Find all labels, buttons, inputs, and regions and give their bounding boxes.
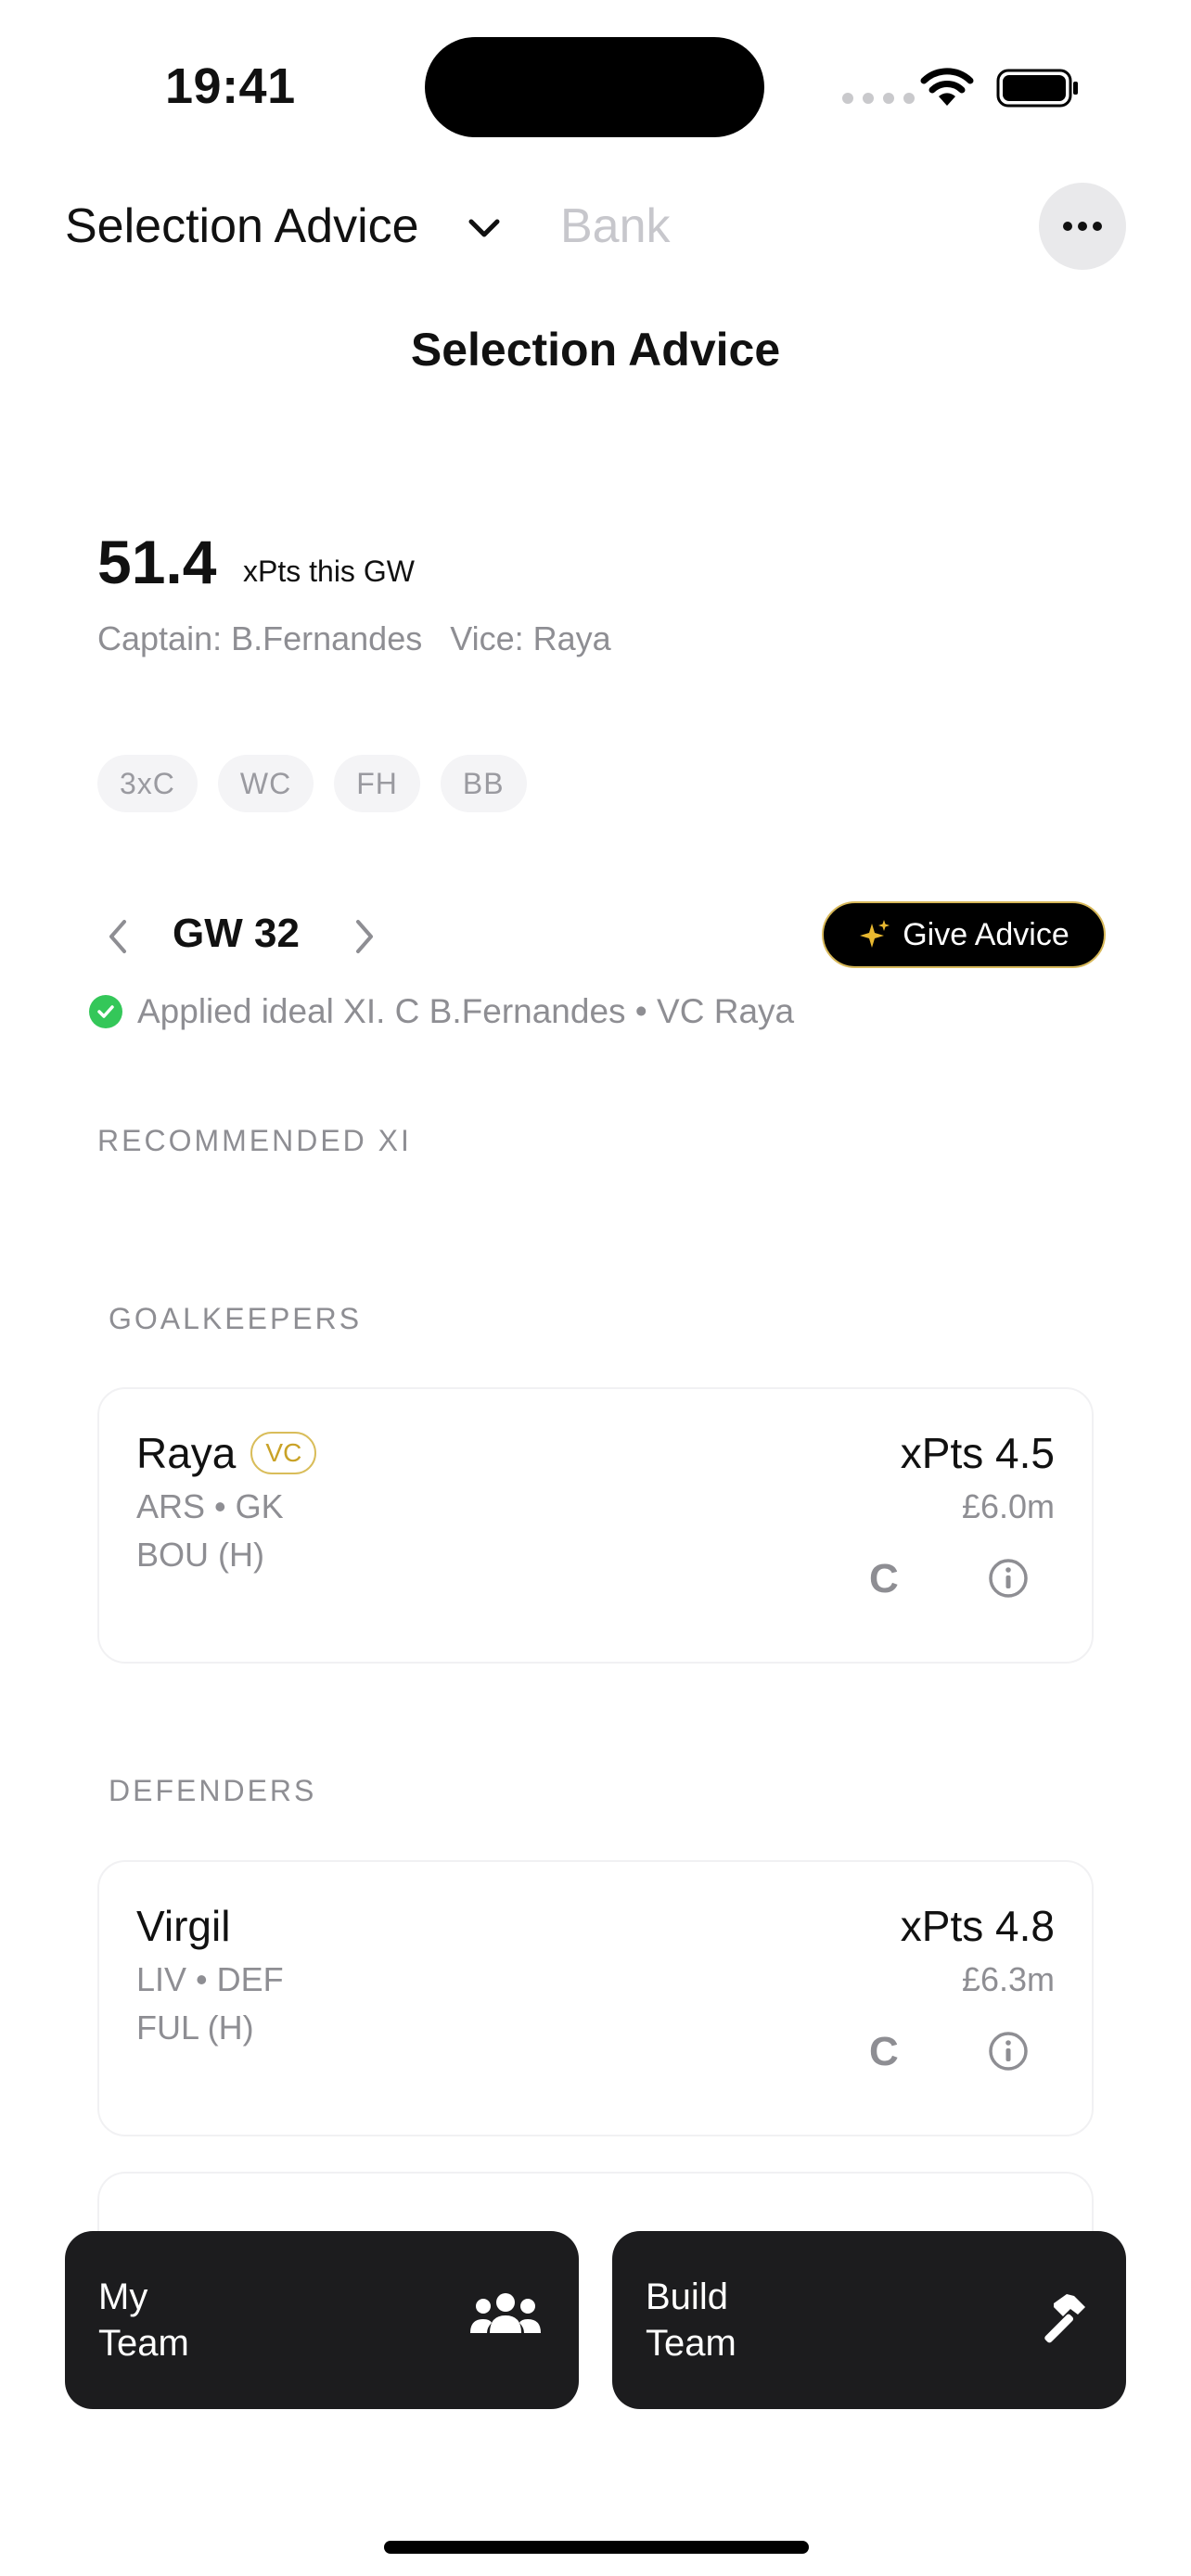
chevron-right-icon [356,920,373,953]
cellular-signal-icon [842,93,915,104]
build-team-label-line1: Build [646,2276,728,2317]
chip-bench-boost[interactable]: BB [440,755,527,812]
build-team-label: Build Team [646,2274,831,2366]
previous-gameweek-button[interactable] [102,918,135,960]
info-icon[interactable] [988,2031,1029,2076]
xpts-label: xPts this GW [243,555,415,588]
chip-free-hit[interactable]: FH [334,755,420,812]
give-advice-label: Give Advice [903,916,1069,952]
people-group-icon [469,2290,542,2343]
chip-triple-captain[interactable]: 3xC [97,755,198,812]
player-name-row: Virgil [136,1901,230,1951]
player-fixture: FUL (H) [136,2009,254,2047]
defenders-heading: DEFENDERS [109,1774,317,1807]
player-card-raya[interactable]: Raya VC ARS • GK BOU (H) xPts 4.5 £6.0m … [97,1387,1094,1664]
player-card-virgil[interactable]: Virgil LIV • DEF FUL (H) xPts 4.8 £6.3m … [97,1860,1094,2136]
player-name: Raya [136,1429,237,1477]
dynamic-island [425,37,764,137]
next-gameweek-button[interactable] [347,918,380,960]
gameweek-label: GW 32 [173,911,300,956]
player-name-row: Raya VC [136,1428,317,1478]
player-xpts: xPts 4.5 [900,1429,1055,1477]
recommended-xi-heading: RECOMMENDED XI [97,1124,412,1157]
player-team-position: LIV • DEF [136,1960,284,1998]
make-captain-button[interactable]: C [869,1556,899,1602]
vice-text: Vice: Raya [450,619,611,657]
battery-icon [996,69,1080,112]
captain-text: Captain: B.Fernandes [97,619,423,657]
chip-row: 3xC WC FH BB [97,755,527,812]
chip-wildcard[interactable]: WC [217,755,314,812]
player-team-position: ARS • GK [136,1487,284,1525]
player-xpts: xPts 4.8 [900,1902,1055,1950]
build-team-button[interactable]: Build Team [612,2231,1126,2409]
home-indicator [384,2541,809,2554]
make-captain-button[interactable]: C [869,2029,899,2075]
bank-tab[interactable]: Bank [560,198,671,254]
hammer-icon [1033,2290,1089,2351]
build-team-label-line2: Team [646,2323,736,2364]
chevron-left-icon [109,920,126,953]
page-title: Selection Advice [410,324,781,376]
vice-captain-badge: VC [250,1432,317,1474]
player-fixture: BOU (H) [136,1536,264,1574]
player-price: £6.3m [961,1960,1055,1998]
sparkles-icon [860,920,890,948]
player-price: £6.0m [961,1487,1055,1525]
info-icon[interactable] [988,1558,1029,1603]
wifi-icon [918,65,976,112]
my-team-button[interactable]: My Team [65,2231,579,2409]
applied-text: Applied ideal XI. C B.Fernandes • VC Ray… [137,992,795,1030]
more-options-button[interactable] [1039,183,1126,270]
xpts-total: 51.4 [97,528,217,596]
my-team-label-line2: Team [98,2323,189,2364]
captain-vice-line: Captain: B.Fernandes Vice: Raya [97,619,611,658]
applied-status: Applied ideal XI. C B.Fernandes • VC Ray… [89,992,794,1031]
my-team-label-line1: My [98,2276,148,2317]
view-selector-title[interactable]: Selection Advice [65,198,419,254]
give-advice-button[interactable]: Give Advice [822,901,1106,968]
ellipsis-icon [1063,222,1102,231]
goalkeepers-heading: GOALKEEPERS [109,1302,363,1335]
my-team-label: My Team [98,2274,284,2366]
status-time: 19:41 [165,58,296,114]
checkmark-circle-icon [89,995,122,1028]
player-name: Virgil [136,1902,231,1950]
chevron-down-icon[interactable] [462,206,506,255]
